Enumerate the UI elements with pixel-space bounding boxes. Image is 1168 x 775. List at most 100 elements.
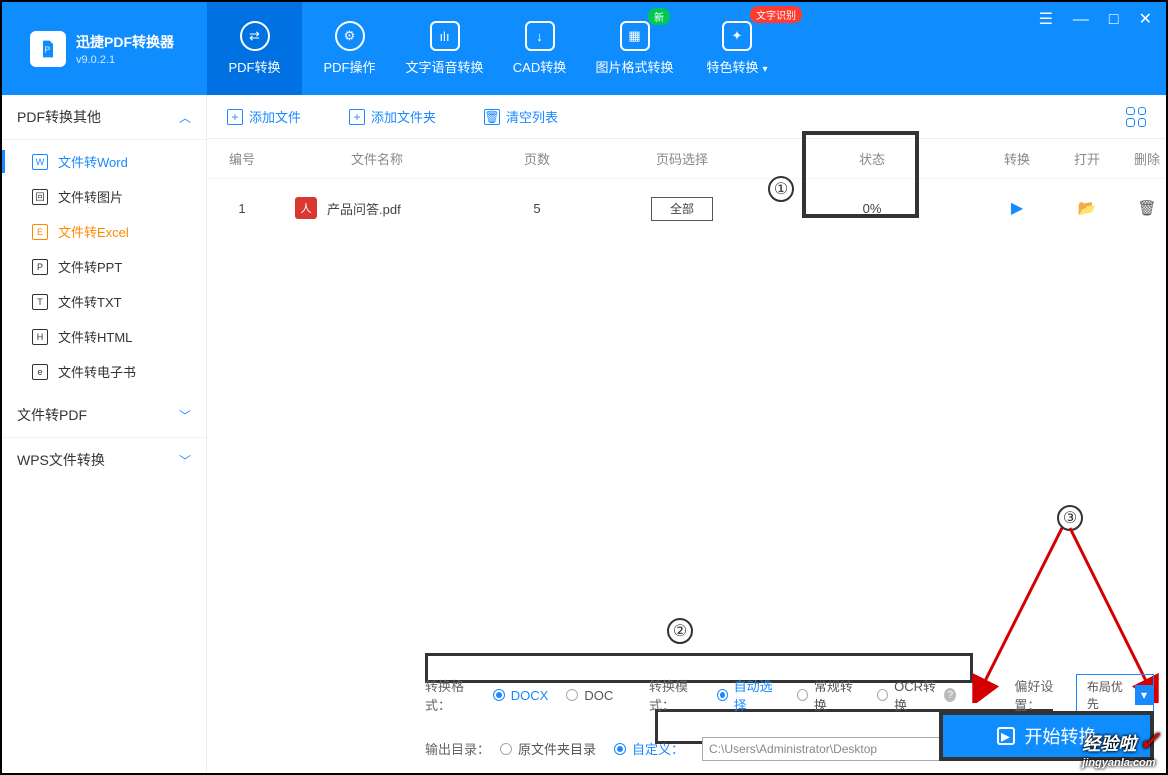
start-convert-button[interactable]: ▸ 开始转换 — [939, 711, 1154, 761]
ppt-icon: P — [32, 259, 48, 275]
swap-icon: ⇄ — [240, 21, 270, 51]
tab-special-convert[interactable]: ✦ 特色转换▾ 文字识别 — [682, 2, 792, 95]
annotation-marker-2: ② — [667, 618, 693, 644]
audio-icon: ılı — [430, 21, 460, 51]
format-label: 转换格式： — [425, 676, 483, 714]
sidebar-item-to-image[interactable]: 回 文件转图片 — [2, 179, 206, 214]
star-icon: ✦ — [722, 21, 752, 51]
col-convert: 转换 — [977, 149, 1057, 168]
trash-icon[interactable]: 🗑 — [1137, 200, 1156, 217]
col-status: 状态 — [767, 149, 977, 168]
sidebar-item-to-txt[interactable]: T 文件转TXT — [2, 284, 206, 319]
menu-button[interactable]: ☰ — [1039, 12, 1053, 28]
sidebar-section-pdf-to-other[interactable]: PDF转换其他 ︿ — [2, 95, 206, 140]
page-select-button[interactable]: 全部 — [651, 197, 713, 221]
sidebar-item-to-ebook[interactable]: e 文件转电子书 — [2, 354, 206, 389]
help-icon[interactable]: ? — [944, 688, 956, 702]
sidebar-section-to-pdf[interactable]: 文件转PDF ﹀ — [2, 393, 206, 438]
pref-dropdown[interactable]: 布局优先 ▾ — [1076, 674, 1154, 716]
toolbar: + 添加文件 + 添加文件夹 🗑 清空列表 — [207, 95, 1166, 139]
view-grid-toggle[interactable] — [1126, 107, 1146, 127]
preference-block: 偏好设置： 布局优先 ▾ — [1014, 674, 1154, 716]
play-icon[interactable]: ▶ — [1011, 200, 1023, 217]
settings-row-1: 转换格式： DOCX DOC 转换模式： 自动选择 常规转换 OCR转换? 偏好… — [425, 674, 1154, 716]
sidebar-item-label: 文件转电子书 — [58, 362, 136, 381]
app-logo-icon: P — [30, 31, 66, 67]
format-doc-radio[interactable]: DOC — [566, 688, 613, 703]
sidebar-item-label: 文件转Excel — [58, 222, 129, 241]
sidebar-item-to-word[interactable]: W 文件转Word — [2, 144, 206, 179]
col-open: 打开 — [1057, 149, 1117, 168]
chevron-down-icon: ﹀ — [179, 407, 191, 424]
cell-pages: 5 — [477, 201, 597, 216]
chevron-down-icon: ▾ — [1135, 685, 1153, 705]
annotation-marker-3: ③ — [1057, 505, 1083, 531]
mode-ocr-radio[interactable]: OCR转换? — [877, 676, 956, 714]
sidebar-item-label: 文件转TXT — [58, 292, 122, 311]
sidebar: PDF转换其他 ︿ W 文件转Word 回 文件转图片 E 文件转Excel P — [2, 95, 207, 773]
tab-pdf-convert[interactable]: ⇄ PDF转换 — [207, 2, 302, 95]
col-page-select: 页码选择 — [597, 149, 767, 168]
plus-icon: + — [227, 109, 243, 125]
sidebar-item-to-html[interactable]: H 文件转HTML — [2, 319, 206, 354]
minimize-button[interactable]: — — [1073, 12, 1089, 28]
output-path-input[interactable] — [702, 737, 942, 761]
sidebar-section-wps[interactable]: WPS文件转换 ﹀ — [2, 438, 206, 482]
format-docx-radio[interactable]: DOCX — [493, 688, 549, 703]
sidebar-item-label: 文件转HTML — [58, 327, 132, 346]
html-icon: H — [32, 329, 48, 345]
add-file-button[interactable]: + 添加文件 — [227, 107, 301, 126]
body-area: PDF转换其他 ︿ W 文件转Word 回 文件转图片 E 文件转Excel P — [2, 95, 1166, 773]
clear-list-button[interactable]: 🗑 清空列表 — [484, 107, 558, 126]
cell-index: 1 — [207, 201, 277, 216]
sidebar-item-label: 文件转PPT — [58, 257, 122, 276]
window-controls: ☰ — □ ✕ — [1039, 12, 1152, 28]
pref-label: 偏好设置： — [1014, 676, 1072, 714]
add-folder-button[interactable]: + 添加文件夹 — [349, 107, 436, 126]
top-nav: ⇄ PDF转换 ⚙ PDF操作 ılı 文字语音转换 ↓ CAD转换 ▦ 图片格… — [207, 2, 792, 95]
main-panel: + 添加文件 + 添加文件夹 🗑 清空列表 编号 文件名称 — [207, 95, 1166, 773]
cell-status: 0% — [767, 201, 977, 216]
cad-icon: ↓ — [525, 21, 555, 51]
txt-icon: T — [32, 294, 48, 310]
tab-pdf-operate[interactable]: ⚙ PDF操作 — [302, 2, 397, 95]
header-bar: P 迅捷PDF转换器 v9.0.2.1 ⇄ PDF转换 ⚙ PDF操作 ılı … — [2, 2, 1166, 95]
app-title: 迅捷PDF转换器 — [76, 32, 174, 52]
tab-text-speech[interactable]: ılı 文字语音转换 — [397, 2, 492, 95]
table-header: 编号 文件名称 页数 页码选择 状态 转换 打开 删除 更多 — [207, 139, 1166, 179]
mode-label: 转换模式： — [649, 676, 707, 714]
output-same-radio[interactable]: 原文件夹目录 — [500, 739, 596, 758]
trash-icon: 🗑 — [484, 109, 500, 125]
sidebar-item-label: 文件转Word — [58, 152, 128, 171]
app-window: P 迅捷PDF转换器 v9.0.2.1 ⇄ PDF转换 ⚙ PDF操作 ılı … — [0, 0, 1168, 775]
maximize-button[interactable]: □ — [1109, 12, 1119, 28]
ebook-icon: e — [32, 364, 48, 380]
pdf-file-icon: 人 — [295, 197, 317, 219]
sidebar-items: W 文件转Word 回 文件转图片 E 文件转Excel P 文件转PPT T — [2, 140, 206, 393]
tab-cad-convert[interactable]: ↓ CAD转换 — [492, 2, 587, 95]
plus-icon: + — [349, 109, 365, 125]
close-button[interactable]: ✕ — [1139, 12, 1152, 28]
col-pages: 页数 — [477, 149, 597, 168]
tab-image-convert[interactable]: ▦ 图片格式转换 新 — [587, 2, 682, 95]
svg-text:P: P — [45, 44, 51, 54]
table-row: 1 人 产品问答.pdf 5 全部 0% ▶ 📂 🗑 ⋮ — [207, 179, 1166, 237]
chevron-down-icon: ﹀ — [179, 452, 191, 469]
mode-normal-radio[interactable]: 常规转换 — [797, 676, 859, 714]
chevron-down-icon: ▾ — [762, 64, 767, 75]
chevron-up-icon: ︿ — [179, 109, 191, 126]
annotation-marker-1: ① — [768, 176, 794, 202]
output-label: 输出目录： — [425, 739, 490, 758]
gear-icon: ⚙ — [335, 21, 365, 51]
cell-filename: 人 产品问答.pdf — [277, 197, 477, 219]
cell-delete: 🗑 — [1117, 199, 1168, 217]
folder-open-icon[interactable]: 📂 — [1078, 200, 1097, 217]
badge-new: 新 — [648, 8, 670, 25]
cell-convert: ▶ — [977, 198, 1057, 218]
badge-ocr: 文字识别 — [750, 6, 802, 23]
sidebar-item-label: 文件转图片 — [58, 187, 123, 206]
output-custom-radio[interactable]: 自定义： — [614, 739, 684, 758]
sidebar-item-to-ppt[interactable]: P 文件转PPT — [2, 249, 206, 284]
sidebar-item-to-excel[interactable]: E 文件转Excel — [2, 214, 206, 249]
mode-auto-radio[interactable]: 自动选择 — [717, 676, 779, 714]
